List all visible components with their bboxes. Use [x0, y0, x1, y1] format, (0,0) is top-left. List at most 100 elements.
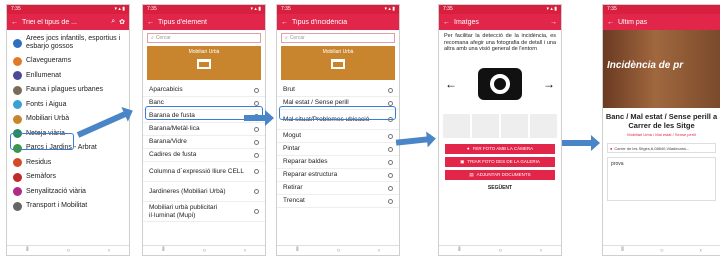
radio-button[interactable]	[254, 152, 259, 158]
next-button[interactable]: SEGÜENT	[445, 182, 555, 193]
status-time: 7:35	[607, 6, 617, 12]
category-label: Transport i Mobilitat	[26, 202, 88, 210]
list-item[interactable]: Barana/Metàl·lica	[143, 123, 265, 136]
category-item[interactable]: Transport i Mobilitat	[7, 199, 129, 214]
element-list: Aparcabicis Banc Barana de fusta Barana/Met…	[143, 84, 265, 222]
category-item[interactable]: Arees jocs infantils, esportius i esbarj…	[7, 32, 129, 54]
photo-overlay-title: Incidència de pr	[607, 60, 684, 71]
category-icon	[13, 158, 22, 168]
category-item[interactable]: Semàfors	[7, 170, 129, 185]
category-item[interactable]: Residus	[7, 156, 129, 171]
radio-button[interactable]	[388, 100, 393, 106]
radio-button[interactable]	[388, 146, 393, 152]
photo-slot[interactable]	[472, 113, 499, 138]
photo-slot[interactable]	[530, 113, 557, 138]
list-item[interactable]: Barana/Vidre	[143, 136, 265, 149]
highlight-mobiliari	[10, 133, 74, 150]
recent-apps-icon[interactable]: ⦀	[26, 247, 29, 254]
back-arrow-icon[interactable]: ←	[607, 19, 614, 26]
address-field[interactable]: ● Carrer de les Sitges,6,08840,Viladecans…	[607, 143, 716, 153]
radio-button[interactable]	[254, 139, 259, 145]
screen-last-step: 7:35 ← Últim pas Incidència de pr Banc / …	[602, 4, 720, 256]
status-bar: 7:35 ▾ ▴ ▮	[7, 5, 129, 14]
back-arrow-icon[interactable]: ←	[11, 19, 18, 26]
status-bar: 7:35 ▾ ▴ ▮	[277, 5, 399, 14]
status-time: 7:35	[443, 6, 453, 12]
home-icon[interactable]: ○	[67, 248, 71, 254]
flow-arrow-3	[395, 136, 429, 146]
photo-carousel: ← →	[439, 56, 561, 112]
search-icon[interactable]: ⌕	[111, 18, 115, 26]
list-item[interactable]: Aparcabicis	[143, 84, 265, 97]
list-item[interactable]: Mobiliari urbà publicitari il·luminat (M…	[143, 202, 265, 222]
status-time: 7:35	[11, 6, 21, 12]
list-item[interactable]: Trencat	[277, 195, 399, 208]
radio-button[interactable]	[254, 169, 259, 174]
search-input[interactable]: ⌕ Cercar	[281, 33, 395, 43]
incident-headline: Banc / Mal estat / Sense perill a Carrer…	[605, 112, 718, 130]
search-input[interactable]: ⌕ Cercar	[147, 33, 261, 43]
android-nav-bar: ⦀ ○ ‹	[439, 245, 561, 255]
forward-arrow-icon[interactable]: →	[550, 19, 557, 26]
location-pin-icon: ●	[610, 145, 613, 151]
search-placeholder: Cercar	[155, 35, 171, 41]
list-item[interactable]: Retirar	[277, 182, 399, 195]
bench-icon	[331, 59, 345, 69]
image-icon: ▣	[460, 158, 465, 164]
category-item[interactable]: Enllumenat	[7, 69, 129, 84]
list-item[interactable]: Mogut	[277, 130, 399, 143]
photo-slot[interactable]	[501, 113, 528, 138]
radio-button[interactable]	[388, 185, 393, 191]
list-item[interactable]: Cadires de fusta	[143, 149, 265, 162]
comment-textarea[interactable]: prova	[607, 157, 716, 201]
list-item[interactable]: Pintar	[277, 143, 399, 156]
radio-button[interactable]	[254, 189, 259, 194]
status-bar: 7:35	[603, 5, 720, 14]
highlight-mal-estat	[279, 106, 396, 120]
category-icon	[13, 201, 22, 211]
category-label: Enllumenat	[26, 71, 62, 79]
category-item[interactable]: Senyalització viària	[7, 185, 129, 200]
category-item[interactable]: Fonts i Aigua	[7, 98, 129, 113]
radio-button[interactable]	[254, 209, 259, 214]
next-arrow-icon[interactable]: →	[543, 77, 555, 91]
list-item-label: Cadires de fusta	[149, 151, 197, 159]
list-item[interactable]: Reparar estructura	[277, 169, 399, 182]
radio-button[interactable]	[388, 172, 393, 178]
radio-button[interactable]	[254, 100, 259, 106]
list-item[interactable]: Jardineres (Mobiliari Urbà)	[143, 182, 265, 202]
list-item[interactable]: Brut	[277, 84, 399, 97]
list-item-label: Pintar	[283, 145, 300, 153]
attach-documents-button[interactable]: ▤ ADJUNTAR DOCUMENTS	[445, 169, 555, 180]
category-item[interactable]: Fauna i plagues urbanes	[7, 83, 129, 98]
category-item[interactable]: Claveguerams	[7, 54, 129, 69]
back-arrow-icon[interactable]: ←	[281, 19, 288, 26]
gear-icon[interactable]: ✿	[119, 18, 125, 26]
gallery-button[interactable]: ▣ TRIAR FOTO DES DE LA GALERIA	[445, 156, 555, 167]
app-header: ← Tipus d'incidència	[277, 14, 399, 30]
radio-button[interactable]	[254, 126, 259, 132]
radio-button[interactable]	[254, 87, 259, 93]
list-item[interactable]: Columna d´expressió lliure CELL	[143, 162, 265, 182]
radio-button[interactable]	[388, 198, 393, 204]
bench-icon	[197, 59, 211, 69]
back-arrow-icon[interactable]: ←	[147, 19, 154, 26]
list-item-label: Mogut	[283, 132, 302, 140]
photo-slot[interactable]	[443, 113, 470, 138]
back-arrow-icon[interactable]: ←	[443, 19, 450, 26]
camera-icon	[478, 67, 522, 100]
list-item[interactable]: Reparar baldes	[277, 156, 399, 169]
radio-button[interactable]	[388, 133, 393, 139]
banner-label: Mobiliari Urbà	[188, 49, 220, 55]
category-icon	[13, 71, 22, 81]
radio-button[interactable]	[388, 87, 393, 93]
radio-button[interactable]	[388, 159, 393, 165]
back-icon[interactable]: ‹	[108, 248, 110, 254]
take-photo-button[interactable]: ● FER FOTO AMB LA CÀMERA	[445, 143, 555, 154]
android-nav-bar: ⦀ ○ ‹	[143, 245, 265, 255]
category-label: Arees jocs infantils, esportius i esbarj…	[26, 35, 121, 50]
previous-arrow-icon[interactable]: ←	[445, 77, 457, 91]
photo-thumbnails	[439, 112, 561, 140]
list-item-label: Brut	[283, 86, 295, 94]
screen-incident-type: 7:35 ▾ ▴ ▮ ← Tipus d'incidència ⌕ Cercar Mo…	[276, 4, 400, 256]
